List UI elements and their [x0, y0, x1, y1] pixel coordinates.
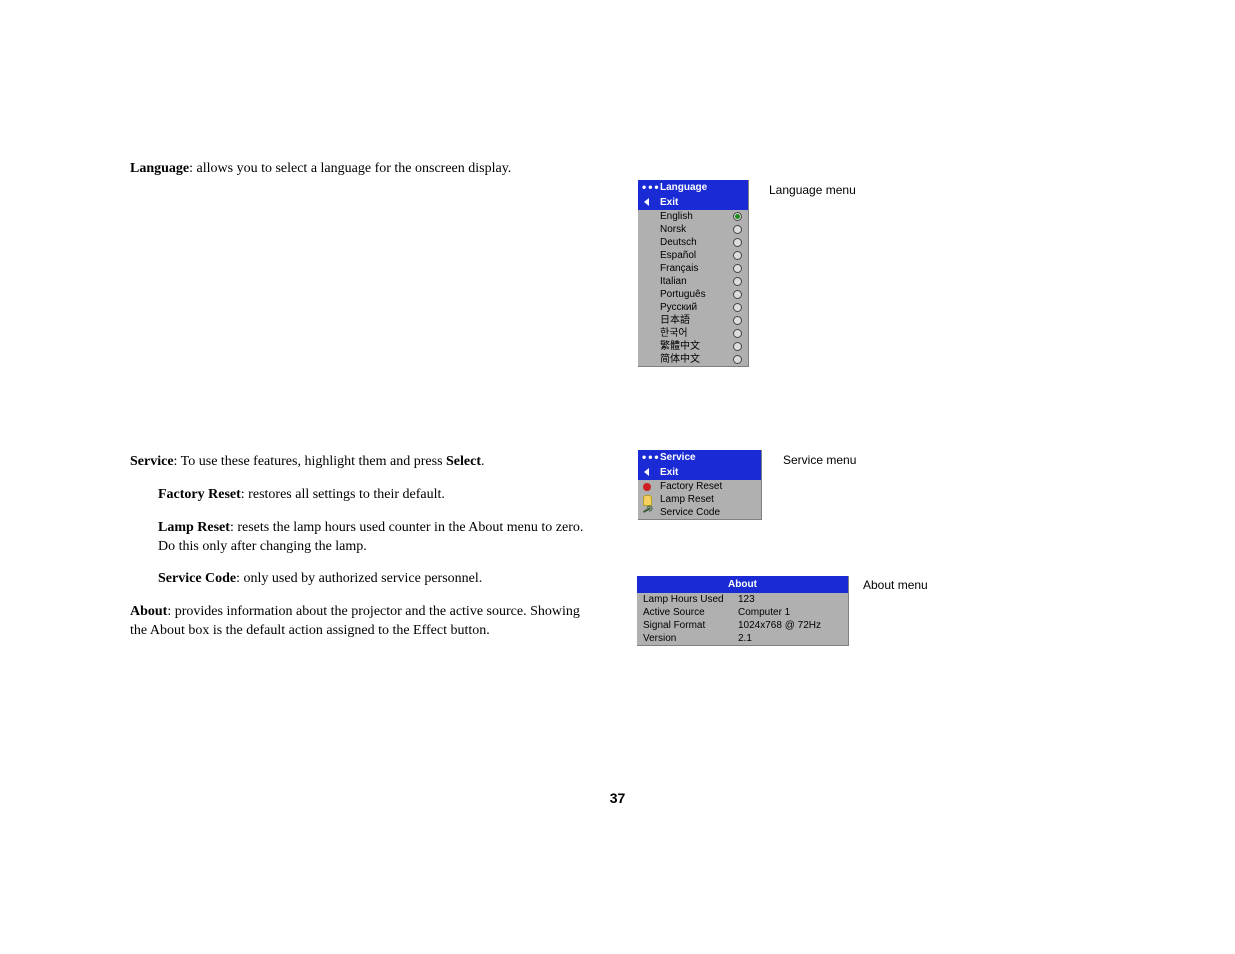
- about-row-signal-format: Signal Format 1024x768 @ 72Hz: [637, 619, 848, 632]
- service-desc-c: .: [481, 454, 485, 469]
- language-option-simp-chinese[interactable]: 简体中文: [638, 353, 748, 366]
- about-key: Active Source: [643, 606, 738, 619]
- language-label: 日本語: [660, 315, 690, 326]
- language-option-korean[interactable]: 한국어: [638, 327, 748, 340]
- language-label: Português: [660, 289, 706, 300]
- service-desc-a: : To use these features, highlight them …: [174, 454, 446, 469]
- factory-reset-desc: : restores all settings to their default…: [241, 487, 445, 502]
- radio-icon: [733, 303, 742, 312]
- about-row-lamp-hours: Lamp Hours Used 123: [637, 593, 848, 606]
- language-label: Italian: [660, 276, 687, 287]
- language-option-espanol[interactable]: Español: [638, 249, 748, 262]
- language-option-italian[interactable]: Italian: [638, 275, 748, 288]
- service-menu: ••• Service Exit Factory Reset Lamp Rese…: [638, 450, 762, 520]
- service-code-desc: : only used by authorized service person…: [236, 571, 482, 586]
- language-option-deutsch[interactable]: Deutsch: [638, 236, 748, 249]
- service-menu-caption: Service menu: [783, 453, 856, 467]
- language-option-russian[interactable]: Русский: [638, 301, 748, 314]
- language-menu-title: ••• Language: [638, 180, 748, 196]
- language-option-norsk[interactable]: Norsk: [638, 223, 748, 236]
- about-key: Signal Format: [643, 619, 738, 632]
- about-value: 1024x768 @ 72Hz: [738, 619, 842, 632]
- language-menu: ••• Language Exit English Norsk Deutsch …: [638, 180, 749, 367]
- radio-icon: [733, 225, 742, 234]
- service-item-label: Lamp Reset: [660, 494, 714, 505]
- radio-icon: [733, 355, 742, 364]
- service-factory-reset[interactable]: Factory Reset: [638, 480, 761, 493]
- radio-icon: [733, 277, 742, 286]
- about-value: 2.1: [738, 632, 842, 645]
- language-menu-title-text: Language: [660, 182, 707, 193]
- exit-label: Exit: [660, 467, 678, 478]
- about-value: 123: [738, 593, 842, 606]
- service-desc-b: Select: [446, 454, 481, 469]
- about-row-active-source: Active Source Computer 1: [637, 606, 848, 619]
- service-menu-title-text: Service: [660, 452, 696, 463]
- about-key: Version: [643, 632, 738, 645]
- about-box: About Lamp Hours Used 123 Active Source …: [637, 576, 849, 646]
- language-desc: : allows you to select a language for th…: [189, 161, 511, 176]
- language-label: Español: [660, 250, 696, 261]
- dots-icon: •••: [642, 450, 661, 464]
- radio-icon: [733, 329, 742, 338]
- service-item-label: Factory Reset: [660, 481, 722, 492]
- language-label: 繁體中文: [660, 341, 700, 352]
- language-label: Deutsch: [660, 237, 697, 248]
- radio-icon: [733, 342, 742, 351]
- language-label: 한국어: [660, 328, 688, 339]
- reset-icon: [643, 483, 651, 491]
- about-desc: : provides information about the project…: [130, 604, 580, 638]
- radio-icon: [733, 212, 742, 221]
- service-menu-exit[interactable]: Exit: [638, 466, 761, 480]
- service-menu-title: ••• Service: [638, 450, 761, 466]
- exit-label: Exit: [660, 197, 678, 208]
- service-code-heading: Service Code: [158, 571, 236, 586]
- radio-icon: [733, 316, 742, 325]
- radio-icon: [733, 264, 742, 273]
- back-arrow-icon: [644, 468, 649, 476]
- language-option-francais[interactable]: Français: [638, 262, 748, 275]
- radio-icon: [733, 251, 742, 260]
- language-option-trad-chinese[interactable]: 繁體中文: [638, 340, 748, 353]
- about-box-caption: About menu: [863, 578, 928, 592]
- radio-icon: [733, 238, 742, 247]
- language-option-portugues[interactable]: Português: [638, 288, 748, 301]
- about-row-version: Version 2.1: [637, 632, 848, 645]
- language-label: English: [660, 211, 693, 222]
- about-title: About: [637, 576, 848, 593]
- service-code[interactable]: Service Code: [638, 506, 761, 519]
- language-menu-caption: Language menu: [769, 183, 856, 197]
- language-label: 简体中文: [660, 354, 700, 365]
- language-heading: Language: [130, 161, 189, 176]
- language-label: Français: [660, 263, 698, 274]
- radio-icon: [733, 290, 742, 299]
- about-key: Lamp Hours Used: [643, 593, 738, 606]
- dots-icon: •••: [642, 180, 661, 194]
- page-number: 37: [0, 790, 1235, 806]
- language-menu-exit[interactable]: Exit: [638, 196, 748, 210]
- service-lamp-reset[interactable]: Lamp Reset: [638, 493, 761, 506]
- body-text: Language: allows you to select a languag…: [130, 160, 600, 655]
- about-heading: About: [130, 604, 167, 619]
- language-option-japanese[interactable]: 日本語: [638, 314, 748, 327]
- language-option-english[interactable]: English: [638, 210, 748, 223]
- wrench-icon: [643, 507, 651, 513]
- language-label: Norsk: [660, 224, 686, 235]
- service-item-label: Service Code: [660, 507, 720, 518]
- about-value: Computer 1: [738, 606, 842, 619]
- factory-reset-heading: Factory Reset: [158, 487, 241, 502]
- lamp-reset-heading: Lamp Reset: [158, 520, 230, 535]
- language-label: Русский: [660, 302, 697, 313]
- back-arrow-icon: [644, 198, 649, 206]
- service-heading: Service: [130, 454, 174, 469]
